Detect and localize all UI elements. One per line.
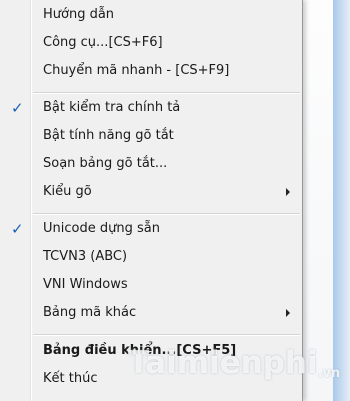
menu-item-go-tat[interactable]: Bật tính năng gõ tắt — [2, 124, 300, 150]
menu-item-label: Hướng dẫn — [43, 7, 115, 22]
menu-item-label: Bật kiểm tra chính tả — [43, 100, 181, 115]
menu-item-kieu-go[interactable]: Kiểu gõ — [2, 180, 300, 206]
menu-item-label: Soạn bảng gõ tắt... — [43, 156, 168, 171]
menu-item-chuyen-ma-nhanh[interactable]: Chuyển mã nhanh - [CS+F9] — [2, 59, 300, 85]
window-edge — [333, 0, 350, 401]
menu-item-tcvn3[interactable]: TCVN3 (ABC) — [2, 245, 300, 271]
checkmark-icon: ✓ — [11, 99, 24, 117]
menu-separator — [33, 334, 300, 336]
screen: Hướng dẫn Công cụ...[CS+F6] Chuyển mã nh… — [0, 0, 350, 401]
submenu-arrow-icon — [286, 309, 290, 317]
menu-item-label: Công cụ...[CS+F6] — [43, 35, 163, 50]
menu-item-bang-dieu-khien[interactable]: Bảng điều khiển...[CS+F5] — [2, 339, 300, 365]
context-menu: Hướng dẫn Công cụ...[CS+F6] Chuyển mã nh… — [0, 0, 303, 401]
menu-item-soan-bang-go-tat[interactable]: Soạn bảng gõ tắt... — [2, 152, 300, 178]
submenu-arrow-icon — [286, 188, 290, 196]
menu-item-label: Bật tính năng gõ tắt — [43, 128, 174, 143]
menu-item-vni-windows[interactable]: VNI Windows — [2, 273, 300, 299]
menu-item-huong-dan[interactable]: Hướng dẫn — [2, 3, 300, 29]
menu-item-label: Kiểu gõ — [43, 184, 92, 199]
menu-item-unicode[interactable]: ✓ Unicode dựng sẵn — [2, 217, 300, 243]
menu-separator — [33, 213, 300, 215]
menu-item-label: Kết thúc — [43, 371, 98, 386]
checkmark-icon: ✓ — [11, 220, 24, 238]
menu-item-bang-ma-khac[interactable]: Bảng mã khác — [2, 301, 300, 327]
menu-item-kiem-tra-chinh-ta[interactable]: ✓ Bật kiểm tra chính tả — [2, 96, 300, 122]
menu-item-label: Chuyển mã nhanh - [CS+F9] — [43, 63, 230, 78]
menu-item-label: Bảng điều khiển...[CS+F5] — [43, 343, 237, 358]
menu-separator — [33, 92, 300, 94]
menu-item-label: TCVN3 (ABC) — [43, 249, 128, 264]
menu-item-label: Bảng mã khác — [43, 305, 137, 320]
menu-item-cong-cu[interactable]: Công cụ...[CS+F6] — [2, 31, 300, 57]
menu-item-ket-thuc[interactable]: Kết thúc — [2, 367, 300, 393]
menu-item-label: VNI Windows — [43, 277, 128, 292]
menu-item-label: Unicode dựng sẵn — [43, 221, 160, 236]
